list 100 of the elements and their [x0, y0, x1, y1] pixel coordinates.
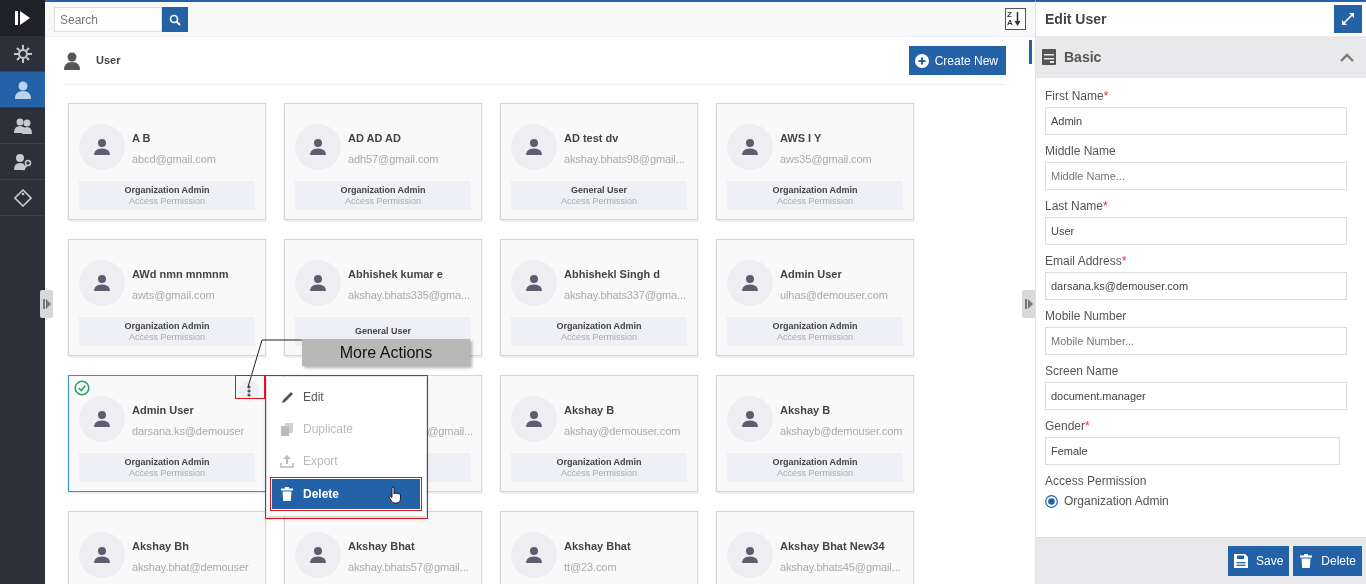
collapse-handle[interactable]	[1022, 290, 1035, 318]
copy-icon	[280, 422, 294, 436]
user-email: tt@23.com	[564, 560, 617, 575]
save-icon	[1233, 554, 1248, 568]
user-email: awts@gmail.com	[132, 288, 215, 303]
plus-circle-icon	[914, 53, 929, 68]
permission-label: Access Permission	[777, 467, 853, 479]
role-name: Organization Admin	[340, 184, 426, 196]
sort-button[interactable]: Z A	[1005, 8, 1026, 30]
input-field[interactable]: User	[1045, 217, 1347, 245]
user-card[interactable]: Akshay Bhat akshay.bhats57@gmail...	[284, 511, 482, 584]
person-icon	[741, 274, 759, 292]
person-icon	[309, 138, 327, 156]
role-name: Organization Admin	[556, 320, 642, 332]
create-new-button[interactable]: Create New	[908, 46, 1006, 75]
user-nav-item[interactable]	[0, 72, 45, 108]
person-icon	[741, 546, 759, 564]
scrollbar-thumb[interactable]	[1029, 40, 1032, 64]
collapse-arrow-icon	[42, 299, 51, 309]
user-email: darsana.ks@demouser	[132, 424, 244, 439]
menu-item[interactable]: Edit	[267, 381, 426, 413]
user-email: akshay.bhats337@gma...	[564, 288, 686, 303]
user-name: Abhishek kumar e	[348, 267, 443, 282]
person-icon	[93, 410, 111, 428]
user-card[interactable]: Akshay B akshay@demouser.com Organization Admin Access Permission	[500, 375, 698, 492]
user-card[interactable]: Akshay B akshayb@demouser.com Organization Admin Access Permission	[716, 375, 914, 492]
user-email: abcd@gmail.com	[132, 152, 216, 167]
pencil-icon	[280, 390, 294, 404]
expand-button[interactable]	[1334, 5, 1362, 33]
collapse-handle[interactable]	[40, 290, 53, 318]
role-name: General User	[355, 326, 411, 337]
play-logo-icon	[14, 10, 31, 26]
person-icon	[309, 274, 327, 292]
user-card[interactable]: Akshay Bhat tt@23.com	[500, 511, 698, 584]
user-name: Akshay Bh	[132, 539, 189, 554]
user-name: AWd nmn mnmnm	[132, 267, 229, 282]
search-icon	[169, 13, 181, 26]
user-email: akshayb@demouser.com	[780, 424, 903, 439]
menu-item[interactable]: Delete	[272, 479, 420, 509]
field-label: Mobile Number	[1045, 309, 1128, 323]
radio-selected-icon[interactable]	[1045, 494, 1058, 508]
user-name: AD test dv	[564, 131, 619, 146]
gear-icon	[13, 44, 32, 63]
user-card[interactable]: AWd nmn mnmnm awts@gmail.com Organization Admin Access Permission	[68, 239, 266, 356]
user-name: Abhishekl Singh d	[564, 267, 660, 282]
role-name: Organization Admin	[124, 456, 210, 468]
user-name: AD AD AD	[348, 131, 401, 146]
field-label: Screen Name	[1045, 364, 1120, 378]
user-card[interactable]: AD test dv akshay.bhats98@gmail... General User Access Permission	[500, 103, 698, 220]
input-field[interactable]: Female	[1045, 437, 1340, 465]
tag-icon	[13, 188, 32, 207]
input-field[interactable]: Mobile Number...	[1045, 327, 1347, 355]
user-card[interactable]: Admin User ulhas@demouser.com Organization Admin Access Permission	[716, 239, 914, 356]
user-email: akshay.bhats57@gmail...	[348, 560, 469, 575]
user-card[interactable]: Akshay Bh akshay.bhat@demouser	[68, 511, 266, 584]
page-title: User	[96, 53, 121, 69]
role-name: Organization Admin	[556, 456, 642, 468]
input-field[interactable]: document.manager	[1045, 382, 1347, 410]
user-name: Akshay B	[564, 403, 615, 418]
permission-label: Access Permission	[777, 195, 853, 207]
collapse-arrow-icon	[1024, 299, 1033, 309]
input-field[interactable]: Admin	[1045, 107, 1347, 135]
user-name: Admin User	[132, 403, 194, 418]
user-email: akshay@demouser.com	[564, 424, 681, 439]
user-card[interactable]: Akshay Bhat New34 akshay.bhats45@gmail...	[716, 511, 914, 584]
user-card[interactable]: AD AD AD adh57@gmail.com Organization Admin Access Permission	[284, 103, 482, 220]
person-icon	[525, 138, 543, 156]
save-button[interactable]: Save	[1227, 546, 1290, 576]
person-icon	[525, 410, 543, 428]
user-email: akshay.bhats335@gma...	[348, 288, 470, 303]
user-name: AWS I Y	[780, 131, 822, 146]
user-email: akshay.bhats98@gmail...	[564, 152, 685, 167]
user-card[interactable]: AWS I Y aws35@gmail.com Organization Admin Access Permission	[716, 103, 914, 220]
input-field[interactable]: darsana.ks@demouser.com	[1045, 272, 1347, 300]
search-button[interactable]	[162, 7, 188, 32]
field-label: Middle Name	[1045, 144, 1117, 158]
permission-label: Access Permission	[561, 195, 637, 207]
role-name: Organization Admin	[772, 456, 858, 468]
person-icon	[525, 274, 543, 292]
role-name: Organization Admin	[124, 320, 210, 332]
person-icon	[309, 546, 327, 564]
more-actions-button[interactable]	[239, 381, 259, 401]
field-label: Gender*	[1045, 419, 1091, 433]
user-key-icon	[13, 152, 32, 171]
input-field[interactable]: Middle Name...	[1045, 162, 1347, 190]
user-name: Akshay B	[780, 403, 831, 418]
section-header[interactable]: Basic	[1036, 36, 1366, 78]
field-label: Email Address*	[1045, 254, 1128, 268]
users-icon	[13, 116, 32, 135]
user-card[interactable]: Admin User darsana.ks@demouser Organization Admin Access Permission	[68, 375, 266, 492]
radio-label: Organization Admin	[1064, 493, 1169, 510]
chevron-up-icon	[1340, 52, 1354, 62]
check-circle-icon	[74, 380, 90, 396]
trash-icon	[1299, 554, 1314, 568]
delete-button[interactable]: Delete	[1293, 546, 1362, 576]
user-card[interactable]: A B abcd@gmail.com Organization Admin Access Permission	[68, 103, 266, 220]
hand-cursor-icon	[388, 486, 402, 504]
user-card[interactable]: Abhishekl Singh d akshay.bhats337@gma... Organization Admin Access Permission	[500, 239, 698, 356]
trash-icon	[280, 487, 294, 501]
search-field[interactable]: Search	[54, 7, 162, 32]
